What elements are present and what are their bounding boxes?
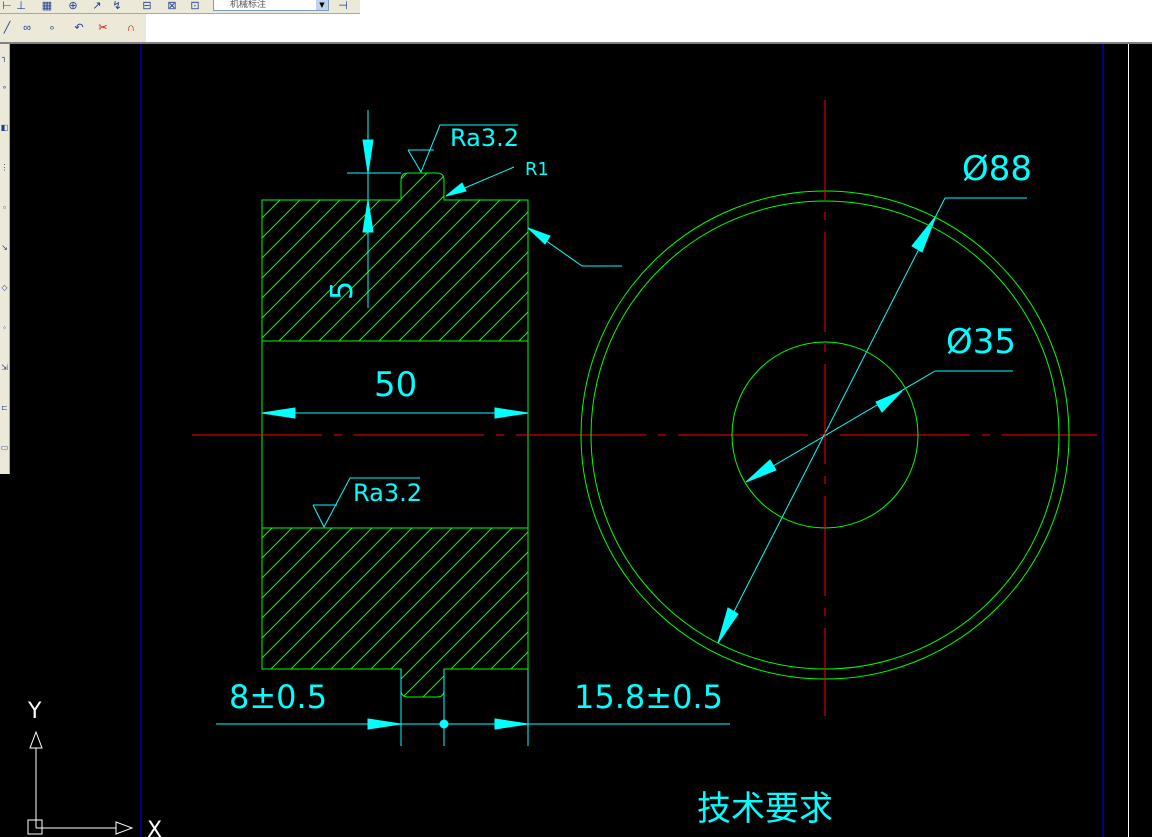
dim-dia88-line	[717, 197, 946, 644]
arrow-icon	[911, 215, 937, 253]
dimstyle-select[interactable]: 机械标注 ▼	[213, 0, 329, 11]
dim-text-radius: R1	[525, 159, 549, 180]
arrow-icon	[875, 390, 903, 413]
arrow-icon	[527, 227, 551, 245]
hatch-bottom	[262, 528, 528, 669]
copy-icon[interactable]: ∘	[0, 84, 9, 92]
table-icon[interactable]: ▦	[40, 0, 54, 12]
ucs-x-label: X	[147, 818, 162, 837]
offset-icon[interactable]: ⋮	[0, 164, 9, 172]
dim-aligned-icon[interactable]: ⊥	[14, 0, 28, 12]
array-icon[interactable]: ▫	[0, 204, 9, 212]
arrow-icon	[745, 459, 777, 483]
arrow-icon	[367, 718, 402, 730]
point-icon[interactable]: ∘	[45, 22, 59, 34]
move-icon[interactable]: ↘	[0, 244, 9, 252]
arrow-icon	[494, 407, 529, 419]
hatch-top	[262, 200, 528, 341]
arrow-icon	[445, 182, 467, 197]
arrow-icon	[717, 607, 739, 644]
leader-icon[interactable]: ↗	[90, 0, 104, 12]
roughness-text-mid: Ra3.2	[353, 479, 422, 507]
drawing-canvas[interactable]: 5 50 8±0.5 15.8±0.5 Ø88 Ø35 R1 Ra3.2 Ra3…	[9, 44, 1128, 837]
extend-icon[interactable]: ⊏	[0, 404, 9, 412]
magnet-icon[interactable]: ∩	[124, 22, 138, 34]
hatch-groove	[401, 173, 444, 200]
break-icon[interactable]: ▭	[0, 444, 9, 452]
group-icon[interactable]: ∞	[20, 22, 34, 34]
scale-icon[interactable]: ◦	[0, 324, 9, 332]
dim-override-icon[interactable]: ⊡	[188, 0, 202, 12]
arrow-icon	[261, 407, 296, 419]
trim-icon[interactable]: ✂	[96, 22, 110, 34]
erase-icon[interactable]: ╮	[0, 54, 9, 62]
dim-dia35-line	[745, 370, 936, 483]
ucs-icon	[27, 730, 134, 835]
vertical-scrollbar-area[interactable]	[1128, 44, 1152, 837]
stretch-icon[interactable]: ⇲	[0, 364, 9, 372]
arrow-icon	[362, 139, 374, 174]
dim-text-offset-left: 8±0.5	[229, 678, 327, 716]
toolbar-blank-area-2	[146, 14, 1152, 42]
front-view[interactable]	[580, 100, 1070, 716]
ucs-y-label: Y	[27, 699, 42, 724]
dim-text-dia88: Ø88	[962, 149, 1032, 189]
chevron-down-icon[interactable]: ▼	[316, 0, 328, 10]
roughness-text-top: Ra3.2	[450, 124, 519, 152]
line-icon[interactable]: ╱	[0, 22, 14, 34]
draw-toolbar: ╱ ∞ ∘ ↶ ✂ ∩	[0, 14, 146, 43]
hatch-keyway	[401, 669, 444, 697]
notes-title: 技术要求	[697, 789, 833, 829]
rotate-icon[interactable]: ◇	[0, 284, 9, 292]
dimension-toolbar: ⊢ ⊥ ▦ ⊕ ↗ ↯ ⊟ ⊠ ⊡ 机械标注 ▼ ⊣	[0, 0, 360, 14]
arc-tool-icon[interactable]: ↶	[72, 22, 86, 34]
arrow-icon	[494, 718, 529, 730]
dim-update-icon[interactable]: ⊟	[140, 0, 154, 12]
dim-text-offset-right: 15.8±0.5	[574, 678, 723, 716]
dim-text-width: 50	[374, 365, 417, 405]
dim-linear-icon[interactable]: ⊢	[0, 0, 14, 12]
section-view[interactable]	[192, 172, 1097, 698]
dimstyle-value: 机械标注	[230, 0, 267, 10]
mirror-icon[interactable]: ◧	[0, 124, 9, 132]
dim-style-manager-icon[interactable]: ⊣	[336, 0, 350, 12]
dim-text-dia35: Ø35	[946, 322, 1016, 362]
dim-edit-icon[interactable]: ↯	[110, 0, 124, 12]
dim-text-depth: 5	[325, 281, 360, 300]
center-mark-icon[interactable]: ⊕	[66, 0, 80, 12]
dot-marker	[439, 719, 449, 729]
dim-style-icon[interactable]: ⊠	[165, 0, 179, 12]
